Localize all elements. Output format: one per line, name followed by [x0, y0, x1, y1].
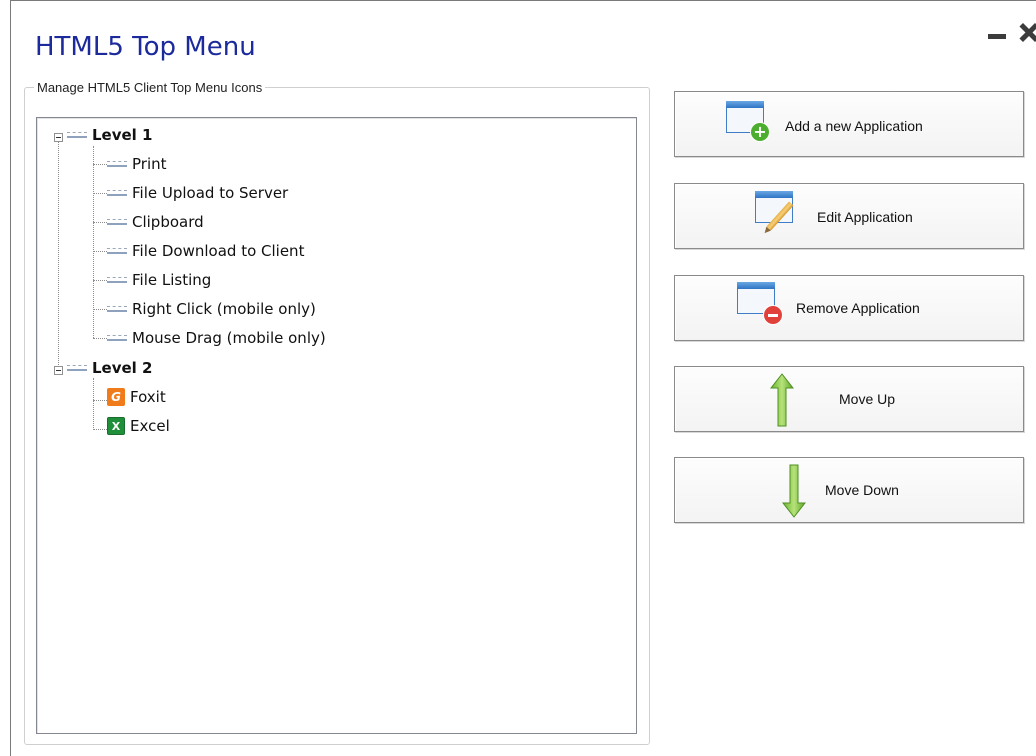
tree-connector	[93, 193, 107, 194]
minimize-icon[interactable]	[986, 27, 1008, 39]
tree-item-label: File Upload to Server	[132, 184, 289, 202]
foxit-icon: G	[107, 388, 125, 406]
tree-item-right-click[interactable]: Right Click (mobile only)	[107, 298, 316, 320]
edit-application-button[interactable]: Edit Application	[674, 183, 1024, 249]
menu-node-icon	[107, 334, 127, 343]
tree-connector	[93, 251, 107, 252]
add-application-button[interactable]: + Add a new Application	[674, 91, 1024, 157]
menu-node-icon	[107, 218, 127, 227]
menu-node-icon	[107, 276, 127, 285]
tree-item-file-download[interactable]: File Download to Client	[107, 240, 304, 262]
move-up-label: Move Up	[839, 391, 896, 407]
menu-node-icon	[107, 189, 127, 198]
window-controls	[986, 21, 1036, 45]
remove-application-label: Remove Application	[796, 300, 920, 316]
close-icon[interactable]	[1012, 21, 1036, 43]
tree-item-mouse-drag[interactable]: Mouse Drag (mobile only)	[107, 327, 326, 349]
tree-item-label: Level 1	[92, 126, 153, 144]
remove-application-button[interactable]: Remove Application	[674, 275, 1024, 341]
collapse-level-1-icon[interactable]	[54, 133, 63, 142]
tree-connector	[93, 378, 94, 430]
tree-connector	[93, 222, 107, 223]
menu-tree-view[interactable]: Level 1 Print File Upload to Server Clip…	[36, 117, 637, 734]
menu-node-icon	[107, 305, 127, 314]
tree-item-level-1[interactable]: Level 1	[67, 124, 152, 146]
tree-connector	[58, 138, 59, 371]
dialog-title: HTML5 Top Menu	[35, 32, 256, 62]
tree-item-label: Clipboard	[132, 213, 204, 231]
tree-item-print[interactable]: Print	[107, 153, 167, 175]
tree-item-clipboard[interactable]: Clipboard	[107, 211, 204, 233]
tree-item-file-listing[interactable]: File Listing	[107, 269, 211, 291]
remove-application-icon	[737, 282, 782, 324]
tree-connector	[93, 429, 107, 430]
tree-item-label: Mouse Drag (mobile only)	[132, 329, 326, 347]
move-up-button[interactable]: Move Up	[674, 366, 1024, 432]
tree-item-label: File Download to Client	[132, 242, 305, 260]
tree-connector	[93, 309, 107, 310]
excel-icon: X	[107, 417, 125, 435]
move-down-label: Move Down	[825, 482, 899, 498]
arrow-down-icon	[782, 464, 806, 518]
tree-item-label: Right Click (mobile only)	[132, 300, 316, 318]
tree-item-excel[interactable]: X Excel	[107, 415, 170, 437]
add-application-icon: +	[726, 101, 769, 141]
tree-connector	[93, 280, 107, 281]
tree-connector	[93, 338, 107, 339]
edit-application-icon	[755, 191, 794, 231]
tree-item-label: Foxit	[130, 388, 166, 406]
collapse-level-2-icon[interactable]	[54, 366, 63, 375]
tree-item-level-2[interactable]: Level 2	[67, 357, 152, 379]
move-down-button[interactable]: Move Down	[674, 457, 1024, 523]
tree-connector	[93, 164, 107, 165]
tree-item-label: Level 2	[92, 359, 153, 377]
menu-node-icon	[67, 364, 87, 373]
menu-node-icon	[67, 131, 87, 140]
menu-node-icon	[107, 247, 127, 256]
group-legend: Manage HTML5 Client Top Menu Icons	[37, 80, 263, 95]
tree-item-label: File Listing	[132, 271, 212, 289]
tree-item-foxit[interactable]: G Foxit	[107, 386, 166, 408]
arrow-up-icon	[770, 373, 794, 427]
tree-connector	[93, 400, 107, 401]
add-application-label: Add a new Application	[785, 118, 923, 134]
tree-item-file-upload[interactable]: File Upload to Server	[107, 182, 288, 204]
tree-item-label: Excel	[130, 417, 170, 435]
menu-node-icon	[107, 160, 127, 169]
edit-application-label: Edit Application	[817, 209, 913, 225]
tree-item-label: Print	[132, 155, 167, 173]
